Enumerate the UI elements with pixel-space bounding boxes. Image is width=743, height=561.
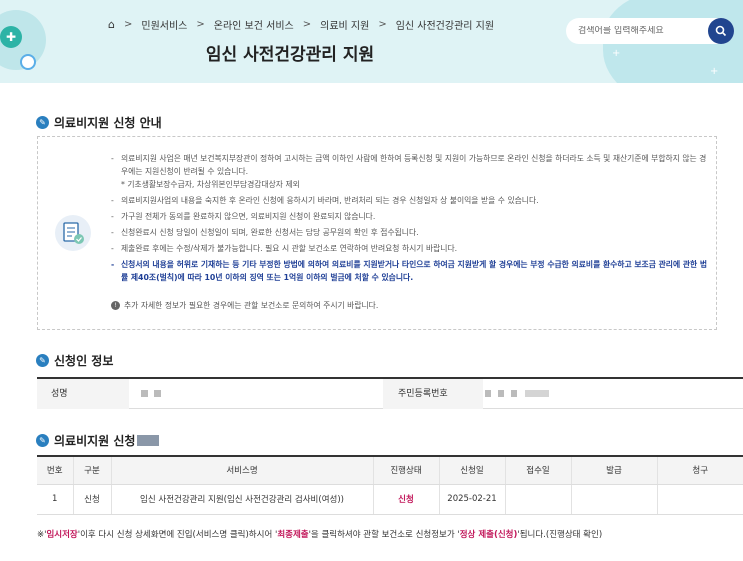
notice-item: 신청완료시 신청 당일이 신청일이 되며, 완료한 신청서는 담당 공무원의 확… xyxy=(111,226,711,239)
applicant-info-table: 성명 주민등록번호 xyxy=(37,377,743,409)
notice-list: 의료비지원 사업은 매년 보건복지부장관이 정하여 고시하는 금액 이하인 사람… xyxy=(111,152,711,287)
redacted-block xyxy=(137,435,160,446)
masked-name xyxy=(154,390,161,397)
document-check-svg xyxy=(63,222,84,244)
chevron-right-icon: > xyxy=(196,19,205,30)
home-icon[interactable]: ⌂ xyxy=(108,18,115,31)
chevron-right-icon: > xyxy=(302,19,312,30)
masked-rrn xyxy=(498,390,504,397)
cell-status: 신청 xyxy=(372,484,439,515)
cell-applied-date: 2025-02-21 xyxy=(438,484,505,515)
breadcrumb-item[interactable]: 의료비 지원 xyxy=(320,17,369,32)
chevron-right-icon: > xyxy=(123,19,133,30)
search-input[interactable] xyxy=(578,26,698,36)
footnote-text: '을 클릭하셔야 관할 보건소로 신청정보가 ' xyxy=(308,530,460,540)
notice-item: 제출완료 후에는 수정/삭제가 불가능합니다. 필요 시 관할 보건소로 연락하… xyxy=(111,242,711,255)
notice-item-text: 의료비지원 사업은 매년 보건복지부장관이 정하여 고시하는 금액 이하인 사람… xyxy=(121,154,707,176)
notice-info-text: 추가 자세한 정보가 필요한 경우에는 관할 보건소로 문의하여 주시기 바랍니… xyxy=(124,301,379,310)
name-label: 성명 xyxy=(51,389,68,399)
column-header: 발급 xyxy=(570,455,657,485)
column-header: 신청일 xyxy=(438,455,505,485)
section-title-notice: ✎ 의료비지원 신청 안내 xyxy=(36,114,162,131)
masked-rrn xyxy=(525,390,549,397)
search-icon xyxy=(715,25,727,37)
table-header-row: 번호 구분 서비스명 진행상태 신청일 접수일 발급 청구 xyxy=(37,455,743,485)
column-header: 구분 xyxy=(72,455,111,485)
footnote: ※'임시저장'이후 다시 신청 상세화면에 진입(서비스명 클릭)하시어 '최종… xyxy=(37,528,602,540)
section-title-text: 의료비지원 신청 xyxy=(54,434,136,448)
notice-item: 의료비지원 사업은 매년 보건복지부장관이 정하여 고시하는 금액 이하인 사람… xyxy=(111,152,711,191)
section-title-text: 신청인 정보 xyxy=(54,354,114,368)
cell-claim xyxy=(656,484,743,515)
chevron-right-icon: > xyxy=(378,19,387,30)
table-row[interactable]: 1 신청 임신 사전건강관리 지원(임신 사전건강관리 검사비(여성)) 신청 … xyxy=(37,484,743,515)
page-title: 임신 사전건강관리 지원 xyxy=(205,45,375,65)
section-title-applicant: ✎ 신청인 정보 xyxy=(36,352,113,369)
cell-type: 신청 xyxy=(72,484,111,515)
breadcrumb: ⌂ > 민원서비스 > 온라인 보건 서비스 > 의료비 지원 > 임신 사전건… xyxy=(108,17,494,32)
notice-box: 의료비지원 사업은 매년 보건복지부장관이 정하여 고시하는 금액 이하인 사람… xyxy=(37,136,717,330)
column-header: 청구 xyxy=(656,455,743,485)
notice-item: 의료비지원사업의 내용을 숙지한 후 온라인 신청에 응하시기 바라며, 반려처… xyxy=(111,194,711,207)
column-header: 진행상태 xyxy=(372,455,439,485)
sparkle-icon: + xyxy=(710,66,719,77)
cell-issued xyxy=(570,484,657,515)
notice-info-line: ! 추가 자세한 정보가 필요한 경우에는 관할 보건소로 문의하여 주시기 바… xyxy=(111,300,378,311)
footnote-text: '됩니다.(진행상태 확인) xyxy=(517,530,603,540)
cell-received-date xyxy=(504,484,571,515)
sparkle-icon: + xyxy=(612,48,621,59)
footnote-text: '이후 다시 신청 상세화면에 진입(서비스명 클릭)하시어 ' xyxy=(77,530,278,540)
search-box xyxy=(566,18,734,44)
application-table: 번호 구분 서비스명 진행상태 신청일 접수일 발급 청구 1 신청 임신 사전… xyxy=(37,455,743,515)
column-header: 접수일 xyxy=(504,455,571,485)
section-title-applications: ✎ 의료비지원 신청 xyxy=(36,432,160,449)
footnote-emphasis: 정상 제출(신청) xyxy=(459,530,518,540)
cell-service-name[interactable]: 임신 사전건강관리 지원(임신 사전건강관리 검사비(여성)) xyxy=(110,484,373,515)
cell-number: 1 xyxy=(37,484,73,515)
info-icon: ! xyxy=(111,301,120,310)
section-check-icon: ✎ xyxy=(36,354,49,367)
rrn-label: 주민등록번호 xyxy=(398,389,448,399)
breadcrumb-item[interactable]: 임신 사전건강관리 지원 xyxy=(396,17,494,32)
column-header: 서비스명 xyxy=(110,455,373,485)
column-header: 번호 xyxy=(37,455,73,485)
breadcrumb-item[interactable]: 온라인 보건 서비스 xyxy=(214,17,294,32)
document-check-icon xyxy=(55,215,91,251)
section-check-icon: ✎ xyxy=(36,116,49,129)
masked-rrn xyxy=(511,390,517,397)
notice-item: 가구원 전체가 동의를 완료하지 않으면, 의료비지원 신청이 완료되지 않습니… xyxy=(111,210,711,223)
section-check-icon: ✎ xyxy=(36,434,49,447)
notice-item-warning: 신청서의 내용을 허위로 기재하는 등 기타 부정한 방법에 의하여 의료비를 … xyxy=(111,258,711,284)
section-title-text: 의료비지원 신청 안내 xyxy=(54,116,162,130)
breadcrumb-item[interactable]: 민원서비스 xyxy=(141,17,187,32)
search-button[interactable] xyxy=(708,18,734,44)
footnote-emphasis: 임시저장 xyxy=(46,530,78,540)
notice-item-subtext: * 기초생활보장수급자, 차상위본인부담경감대상자 제외 xyxy=(121,180,300,189)
footnote-emphasis: 최종제출 xyxy=(277,530,309,540)
masked-rrn xyxy=(485,390,491,397)
header-banner: + + ✚ ⌂ > 민원서비스 > 온라인 보건 서비스 > 의료비 지원 > … xyxy=(0,0,743,83)
masked-name xyxy=(141,390,148,397)
